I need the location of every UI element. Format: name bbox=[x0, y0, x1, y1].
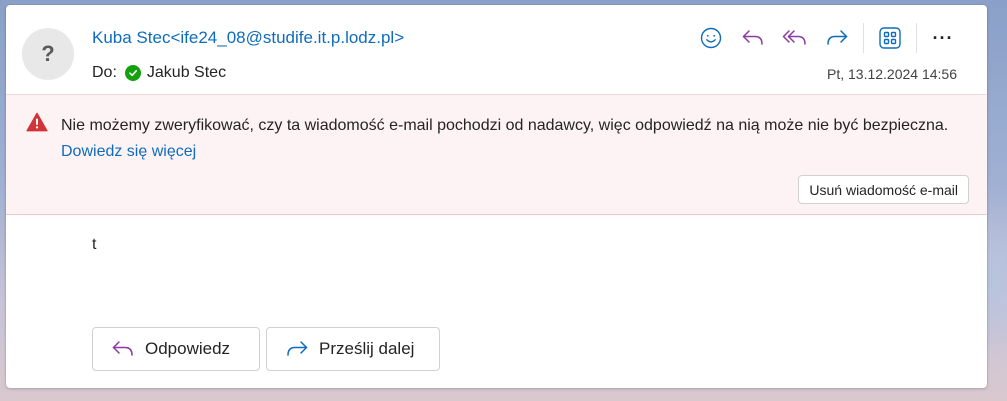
message-toolbar: ··· bbox=[687, 22, 961, 54]
emoji-icon[interactable] bbox=[693, 22, 729, 54]
apps-icon[interactable] bbox=[872, 22, 908, 54]
toolbar-divider bbox=[863, 23, 864, 53]
more-icon[interactable]: ··· bbox=[925, 22, 961, 54]
email-reading-pane: ? Kuba Stec<ife24_08@studife.it.p.lodz.p… bbox=[6, 5, 987, 388]
to-label: Do: bbox=[92, 64, 117, 81]
sender-name[interactable]: Kuba Stec<ife24_08@studife.it.p.lodz.pl> bbox=[92, 28, 404, 48]
delete-email-button[interactable]: Usuń wiadomość e-mail bbox=[798, 175, 969, 204]
sender-avatar[interactable]: ? bbox=[22, 28, 74, 80]
message-body: t bbox=[92, 236, 97, 253]
forward-icon[interactable] bbox=[819, 22, 855, 54]
more-label: ··· bbox=[932, 27, 954, 48]
forward-icon bbox=[287, 341, 308, 356]
reply-button[interactable]: Odpowiedz bbox=[92, 327, 260, 371]
reply-all-icon[interactable] bbox=[777, 22, 813, 54]
warning-icon bbox=[26, 112, 48, 137]
forward-button-label: Prześlij dalej bbox=[319, 339, 415, 358]
sent-date: Pt, 13.12.2024 14:56 bbox=[827, 66, 957, 82]
warning-message: Nie możemy zweryfikować, czy ta wiadomoś… bbox=[61, 113, 961, 165]
reply-icon[interactable] bbox=[735, 22, 771, 54]
reply-button-label: Odpowiedz bbox=[145, 339, 231, 358]
learn-more-link[interactable]: Dowiedz się więcej bbox=[61, 143, 196, 160]
unverified-sender-warning: Nie możemy zweryfikować, czy ta wiadomoś… bbox=[6, 94, 987, 215]
warning-text: Nie możemy zweryfikować, czy ta wiadomoś… bbox=[61, 117, 949, 134]
reply-icon bbox=[112, 341, 133, 356]
avatar-glyph: ? bbox=[41, 41, 55, 66]
recipients-row: Do: Jakub Stec bbox=[92, 64, 226, 82]
recipient-name[interactable]: Jakub Stec bbox=[147, 64, 226, 82]
presence-available-icon bbox=[124, 65, 141, 81]
toolbar-divider bbox=[916, 23, 917, 53]
forward-button[interactable]: Prześlij dalej bbox=[266, 327, 440, 371]
